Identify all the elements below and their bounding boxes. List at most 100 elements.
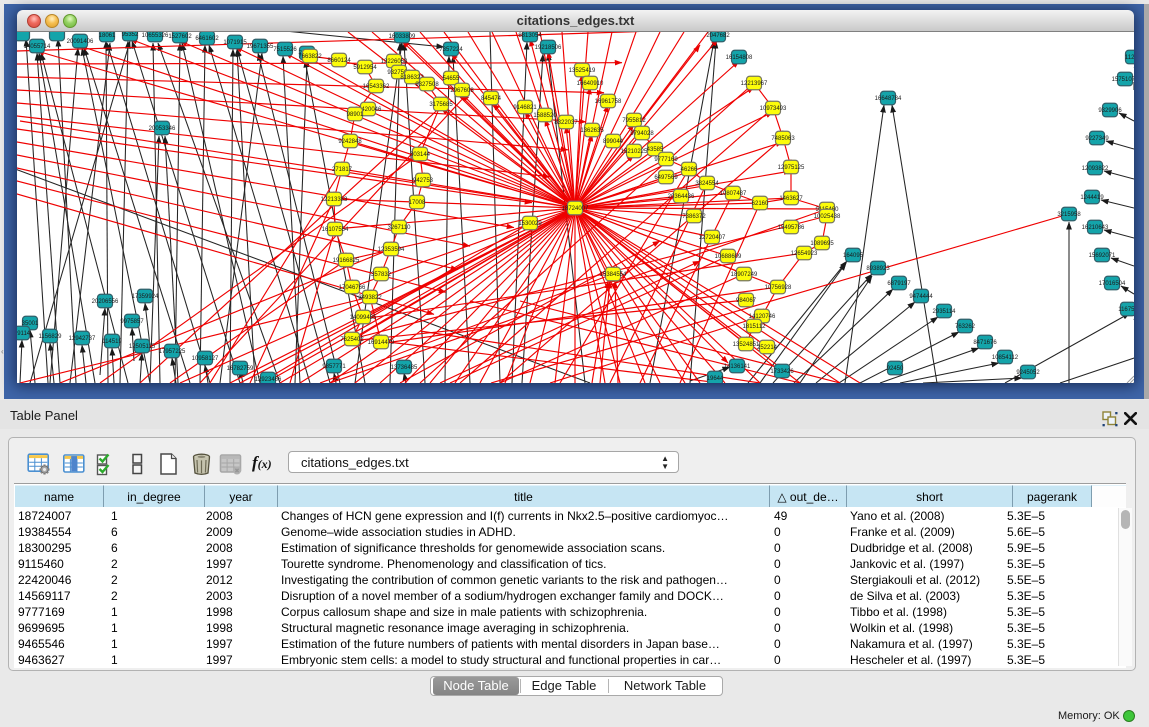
svg-text:17046766: 17046766 (339, 285, 366, 291)
svg-text:9975857: 9975857 (120, 319, 144, 325)
svg-text:15751074: 15751074 (1112, 77, 1134, 83)
svg-text:18907249: 18907249 (731, 272, 758, 278)
svg-text:16914479: 16914479 (368, 340, 395, 346)
svg-text:10958127: 10958127 (192, 356, 219, 362)
svg-text:62160: 62160 (752, 201, 769, 207)
svg-text:92450: 92450 (887, 366, 904, 372)
svg-text:3824554: 3824554 (695, 181, 719, 187)
svg-text:763262: 763262 (955, 324, 976, 330)
svg-text:12353594: 12353594 (378, 247, 405, 253)
svg-text:10807487: 10807487 (720, 191, 747, 197)
svg-text:164095: 164095 (843, 253, 864, 259)
svg-text:16782759: 16782759 (227, 366, 254, 372)
svg-text:16154808: 16154808 (726, 55, 753, 61)
svg-text:12213383: 12213383 (321, 197, 348, 203)
svg-text:12942737: 12942737 (69, 336, 96, 342)
svg-text:15495786: 15495786 (778, 225, 805, 231)
svg-text:252214: 252214 (757, 345, 778, 351)
svg-text:19671355: 19671355 (247, 44, 274, 50)
svg-text:1071915: 1071915 (223, 40, 247, 46)
svg-text:7515526: 7515526 (273, 47, 297, 53)
svg-text:46266: 46266 (681, 167, 698, 173)
svg-text:114519: 114519 (102, 339, 122, 345)
svg-text:8813054: 8813054 (518, 33, 542, 39)
svg-text:1089695: 1089695 (810, 241, 834, 247)
svg-text:20206556: 20206556 (92, 299, 119, 305)
svg-text:10973493: 10973493 (760, 106, 787, 112)
svg-text:16033809: 16033809 (389, 34, 416, 40)
svg-text:942753: 942753 (413, 178, 434, 184)
svg-text:14136141: 14136141 (724, 364, 751, 370)
svg-text:10025438: 10025438 (814, 214, 841, 220)
svg-text:3493822: 3493822 (358, 295, 382, 301)
svg-text:9242848: 9242848 (338, 139, 362, 145)
svg-text:10854112: 10854112 (992, 355, 1019, 361)
svg-text:8938923: 8938923 (866, 266, 890, 272)
svg-text:116753: 116753 (1118, 307, 1134, 313)
svg-text:803144: 803144 (410, 152, 431, 158)
svg-text:9857771: 9857771 (322, 364, 346, 370)
svg-text:16961758: 16961758 (595, 99, 622, 105)
svg-text:10688609: 10688609 (715, 254, 742, 260)
svg-text:17016504: 17016504 (1099, 281, 1126, 287)
svg-text:16107554: 16107554 (322, 227, 349, 233)
svg-text:7386372: 7386372 (682, 214, 706, 220)
svg-text:16210225: 16210225 (621, 149, 648, 155)
svg-text:9474444: 9474444 (909, 294, 933, 300)
svg-text:19166825: 19166825 (333, 258, 360, 264)
svg-text:16640910: 16640910 (577, 81, 604, 87)
svg-text:10655326: 10655326 (142, 33, 169, 39)
svg-text:9794028: 9794028 (630, 131, 654, 137)
svg-text:8660124: 8660124 (327, 58, 351, 64)
svg-text:1527602: 1527602 (168, 34, 192, 40)
svg-text:95352: 95352 (122, 32, 139, 38)
svg-text:9329906: 9329906 (1098, 108, 1122, 114)
svg-text:12720407: 12720407 (699, 235, 726, 241)
svg-text:98901: 98901 (347, 112, 364, 118)
svg-text:54655: 54655 (443, 76, 460, 82)
svg-text:18724007: 18724007 (562, 206, 589, 212)
svg-text:19644: 19644 (707, 376, 724, 382)
svg-text:899044: 899044 (603, 139, 624, 145)
svg-text:39114: 39114 (17, 331, 31, 337)
svg-text:9227349: 9227349 (1085, 136, 1109, 142)
svg-text:1463627: 1463627 (779, 196, 803, 202)
svg-text:271817: 271817 (332, 167, 353, 173)
svg-text:17957225: 17957225 (159, 349, 186, 355)
svg-text:14055714: 14055714 (24, 44, 51, 50)
svg-text:18061: 18061 (99, 33, 116, 39)
svg-text:3215958: 3215958 (1057, 212, 1081, 218)
svg-text:2047682: 2047682 (706, 33, 730, 39)
svg-text:7625402: 7625402 (340, 337, 364, 343)
svg-text:2967608: 2967608 (450, 88, 474, 94)
svg-text:1244419: 1244419 (1080, 195, 1104, 201)
svg-text:1733426: 1733426 (770, 369, 794, 375)
svg-text:19218506: 19218506 (535, 45, 562, 51)
svg-text:12975125: 12975125 (778, 165, 805, 171)
svg-text:14099485: 14099485 (350, 315, 377, 321)
svg-text:17359924: 17359924 (132, 294, 159, 300)
svg-text:17008: 17008 (409, 200, 426, 206)
svg-text:20364436: 20364436 (668, 194, 695, 200)
svg-text:20053346: 20053346 (149, 126, 176, 132)
svg-text:8322037: 8322037 (554, 120, 578, 126)
svg-text:13525419: 13525419 (569, 68, 596, 74)
svg-text:9327508: 9327508 (415, 82, 439, 88)
svg-text:6497569: 6497569 (654, 175, 678, 181)
svg-text:16543362: 16543362 (363, 84, 390, 90)
svg-text:9245052: 9245052 (1016, 370, 1040, 376)
svg-text:9777169: 9777169 (654, 157, 678, 163)
svg-text:6879197: 6879197 (887, 281, 911, 287)
svg-text:13226058: 13226058 (381, 59, 408, 65)
svg-text:13524851: 13524851 (733, 342, 760, 348)
svg-text:15384554: 15384554 (600, 272, 627, 278)
svg-text:1815112: 1815112 (743, 324, 767, 330)
svg-text:12654923: 12654923 (791, 251, 818, 257)
svg-text:12213967: 12213967 (741, 81, 768, 87)
svg-text:11215: 11215 (1125, 55, 1134, 61)
svg-text:12923466: 12923466 (255, 377, 282, 383)
svg-text:984067: 984067 (736, 298, 757, 304)
svg-text:12093822: 12093822 (1082, 166, 1109, 172)
svg-text:8471676: 8471676 (973, 340, 997, 346)
svg-text:5912954: 5912954 (353, 65, 377, 71)
